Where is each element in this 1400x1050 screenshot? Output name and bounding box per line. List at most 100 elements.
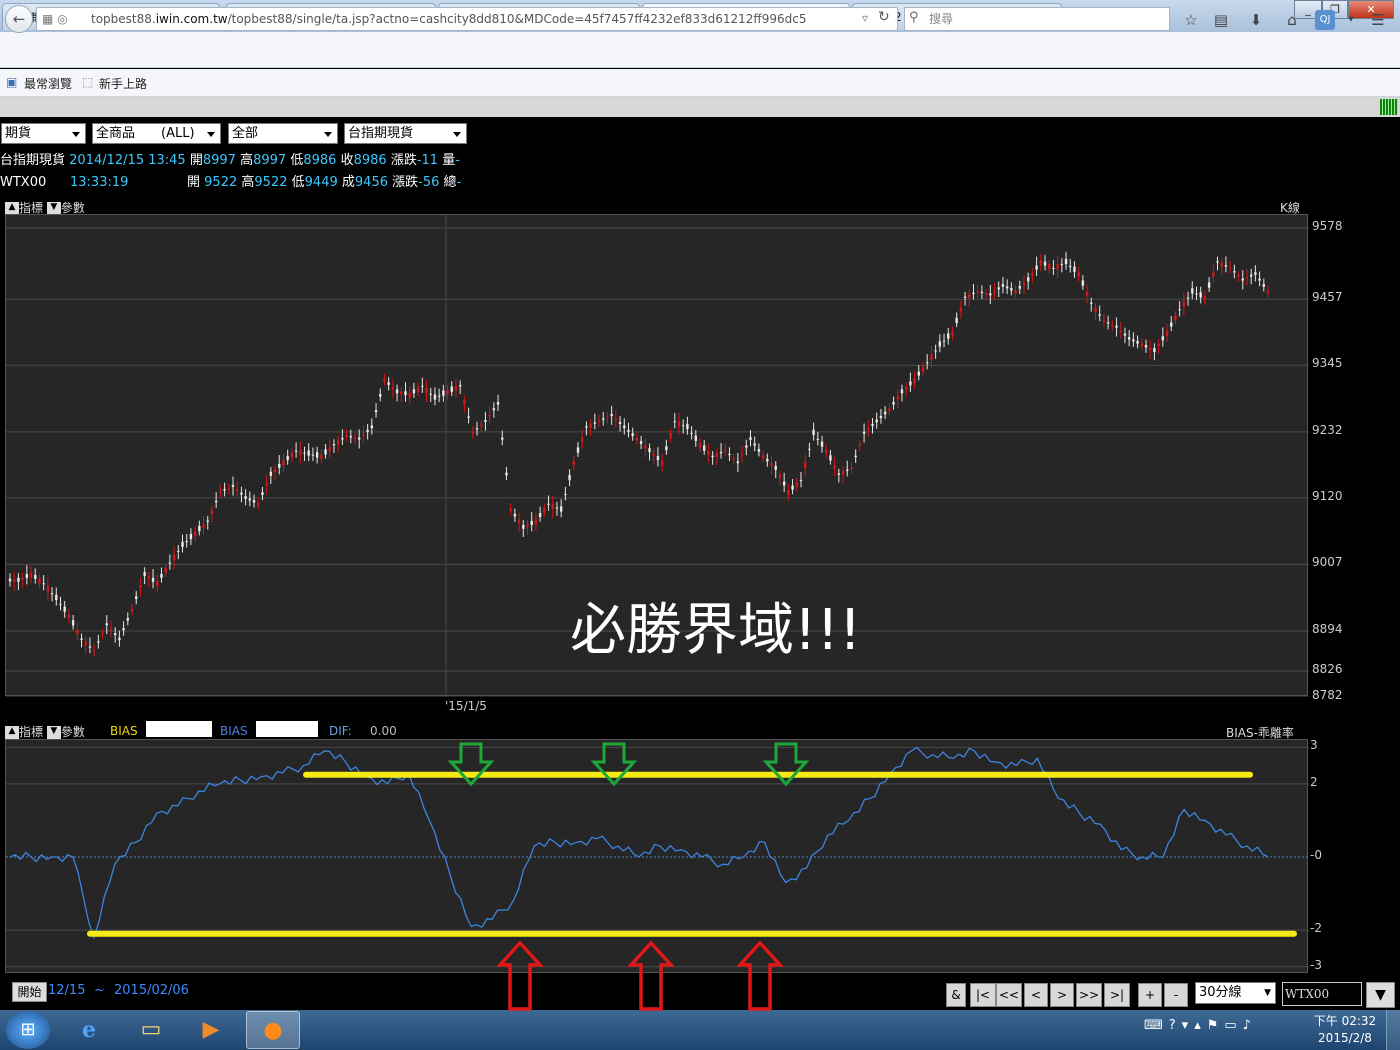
- nav-button-0[interactable]: &: [946, 983, 966, 1007]
- contract-select[interactable]: 台指期現貨: [344, 123, 467, 144]
- k-candle-body: [210, 510, 214, 515]
- page-top-strip: [0, 97, 1400, 117]
- menu-icon[interactable]: ☰: [1368, 10, 1388, 30]
- k-candle-body: [623, 425, 626, 429]
- addon-dropdown-icon[interactable]: ▾: [1341, 10, 1361, 30]
- indicator-tab[interactable]: 指標: [19, 201, 43, 215]
- k-candle-body: [1119, 330, 1122, 332]
- k-candle-body: [488, 414, 491, 417]
- k-candle-body: [1018, 286, 1021, 289]
- symbol-dropdown-icon[interactable]: ▼: [1366, 982, 1395, 1008]
- url-bar[interactable]: topbest88.iwin.com.tw/topbest88/single/t…: [36, 7, 898, 31]
- category-select[interactable]: 全部: [228, 123, 338, 144]
- interval-select[interactable]: 30分線 ▼: [1195, 982, 1276, 1004]
- change-value: -56: [418, 175, 440, 190]
- k-candle-body: [909, 381, 912, 386]
- k-candle-body: [269, 471, 273, 476]
- symbol-input[interactable]: WTX00: [1282, 982, 1362, 1006]
- k-candle-body: [8, 578, 12, 582]
- k-candle-body: [130, 608, 134, 612]
- k-candle-body: [63, 606, 66, 612]
- nav-button-3[interactable]: <: [1024, 983, 1048, 1007]
- k-candle-body: [172, 554, 176, 561]
- indicator-tab[interactable]: 指標: [19, 725, 43, 739]
- k-candle-body: [597, 420, 601, 423]
- k-candle-body: [1165, 330, 1169, 337]
- nav-button-2[interactable]: <<: [996, 983, 1022, 1007]
- k-candle-body: [67, 614, 71, 619]
- k-candle-body: [690, 433, 693, 435]
- nav-button-7[interactable]: +: [1138, 983, 1162, 1007]
- nav-button-1[interactable]: |<: [970, 983, 996, 1007]
- bookmark-getting-started[interactable]: 新手上路: [99, 75, 147, 92]
- k-candle-body: [656, 456, 660, 461]
- search-input[interactable]: 搜尋: [904, 7, 1170, 31]
- k-candle-body: [707, 451, 710, 456]
- dropdown-chevron-icon[interactable]: ▿: [862, 11, 868, 25]
- home-icon[interactable]: ⌂: [1282, 10, 1302, 30]
- k-candle-body: [349, 436, 352, 438]
- k-candle-body: [1031, 272, 1034, 276]
- k-candle-body: [665, 446, 668, 451]
- high-value: 9522: [254, 175, 288, 190]
- k-candle-body: [248, 498, 252, 501]
- nav-button-4[interactable]: >: [1050, 983, 1074, 1007]
- k-candle-body: [290, 452, 294, 458]
- k-candle-body: [530, 520, 533, 525]
- bias1-label: BIAS: [110, 724, 138, 738]
- start-button[interactable]: 開始: [12, 982, 47, 1002]
- k-candle-body: [135, 596, 138, 599]
- reading-list-icon[interactable]: ▤: [1211, 10, 1231, 30]
- k-candle-body: [358, 437, 361, 440]
- k-candle-body: [850, 467, 853, 470]
- k-candle-body: [551, 503, 554, 509]
- back-button[interactable]: ←: [5, 5, 33, 33]
- k-ytick-label: 9007: [1312, 555, 1343, 570]
- start-orb-icon[interactable]: ⊞: [6, 1011, 50, 1049]
- system-tray-icons[interactable]: ⌨?▾▴⚑▭♪: [1144, 1018, 1257, 1033]
- download-icon[interactable]: ⬇: [1246, 10, 1266, 30]
- k-candle-body: [559, 506, 563, 512]
- firefox-taskbar-icon[interactable]: ●: [246, 1011, 300, 1049]
- clock[interactable]: 下午 02:32 2015/2/8: [1310, 1013, 1380, 1047]
- quote-datetime: 2014/12/15 13:45: [69, 153, 186, 168]
- url-domain: iwin.com.tw: [155, 12, 228, 26]
- ie-taskbar-icon[interactable]: e: [62, 1011, 116, 1049]
- k-candle-body: [214, 500, 218, 503]
- k-candle-body: [383, 378, 386, 382]
- bookmarks-bar: ▣ 最常瀏覽 ⬚ 新手上路: [0, 69, 1400, 97]
- params-toggle-icon[interactable]: ▼: [46, 726, 61, 739]
- explorer-taskbar-icon[interactable]: ▭: [124, 1011, 178, 1049]
- show-desktop-button[interactable]: [1386, 1010, 1400, 1050]
- nav-button-5[interactable]: >>: [1076, 983, 1102, 1007]
- market-select[interactable]: 期貨: [1, 123, 86, 144]
- k-candle-body: [71, 620, 75, 626]
- k-candle-body: [1115, 325, 1118, 328]
- k-candle-body: [1254, 272, 1257, 275]
- k-candle-body: [442, 390, 445, 396]
- k-candle-body: [959, 307, 963, 312]
- bias-ytick-label: -3: [1310, 957, 1322, 972]
- k-candle-body: [113, 633, 117, 636]
- nav-button-6[interactable]: >|: [1104, 983, 1130, 1007]
- chevron-down-icon: ▼: [1264, 988, 1271, 998]
- k-candle-body: [841, 470, 845, 475]
- k-candle-body: [84, 641, 87, 646]
- media-player-taskbar-icon[interactable]: ▶: [184, 1011, 238, 1049]
- nav-button-8[interactable]: -: [1164, 983, 1188, 1007]
- k-candle-body: [336, 440, 340, 445]
- dif-label: DIF:: [329, 724, 352, 738]
- bookmark-most-visited[interactable]: 最常瀏覽: [24, 75, 72, 92]
- params-tab[interactable]: 參數: [61, 725, 85, 739]
- bookmark-star-icon[interactable]: ☆: [1181, 10, 1201, 30]
- params-tab[interactable]: 參數: [61, 201, 85, 215]
- k-candle-body: [1174, 315, 1177, 321]
- k-candle-body: [1220, 262, 1223, 267]
- k-candle-body: [568, 474, 571, 481]
- k-candle-body: [223, 489, 226, 491]
- product-select[interactable]: 全商品 (ALL): [92, 123, 221, 144]
- addon-icon[interactable]: QJ: [1315, 10, 1335, 30]
- reload-icon[interactable]: ↻: [878, 9, 890, 25]
- indicator-toggle-icon[interactable]: ▲: [5, 726, 19, 739]
- k-candle-body: [593, 422, 597, 424]
